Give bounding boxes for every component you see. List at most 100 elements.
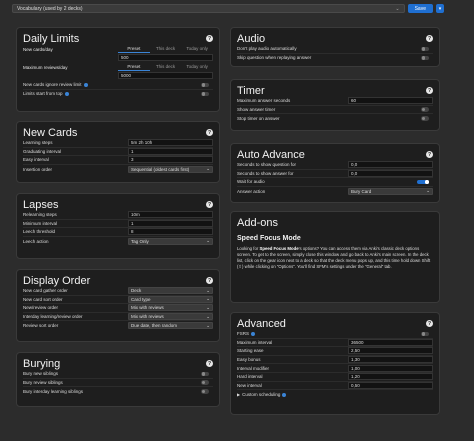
help-icon[interactable]: ? [426,320,433,327]
insertion-order-select[interactable]: Sequential (oldest cards first) ⌄ [128,165,213,173]
addon-text-bold: Speed Focus Mode [259,246,299,251]
bury-interday-toggle[interactable] [201,389,209,394]
wait-audio-toggle[interactable] [417,179,429,185]
max-interval-input[interactable]: 36500 [348,338,433,346]
graduating-interval-row: Graduating interval 1 [23,147,213,157]
help-icon[interactable]: ? [426,87,433,94]
interday-order-value: Mix with reviews [131,314,164,320]
daily-limits-card: Daily Limits ? New cards/day Preset This… [16,27,220,112]
ignore-review-limit-toggle[interactable] [201,82,209,88]
help-icon[interactable]: ? [426,35,433,42]
chevron-down-icon: ⌄ [206,304,210,310]
interday-order-row: Interday learning/review order Mix with … [23,313,213,322]
tab-preset[interactable]: Preset [118,46,150,53]
ignore-review-limit-label: New cards ignore review limit [23,82,82,88]
new-cards-card: New Cards ? Learning steps 5m 2h 10h Gra… [16,121,220,183]
ignore-review-limit-row: New cards ignore review limit [23,81,213,90]
show-timer-toggle[interactable] [421,107,429,112]
interday-order-select[interactable]: Mix with reviews ⌄ [128,313,213,321]
answer-action-value: Bury Card [351,188,372,194]
starting-ease-input[interactable]: 2,50 [348,347,433,355]
hard-interval-input[interactable]: 1,20 [348,373,433,381]
expand-triangle-icon[interactable]: ▶ [237,392,240,397]
leech-threshold-input[interactable]: 8 [128,228,213,236]
help-icon[interactable]: ? [206,360,213,367]
info-icon[interactable] [83,83,88,88]
minimum-interval-input[interactable]: 1 [128,219,213,227]
section-title: Burying [23,357,61,370]
help-icon[interactable]: ? [206,35,213,42]
bury-review-row: Bury review siblings [23,379,213,388]
leech-action-select[interactable]: Tag Only ⌄ [128,237,213,245]
graduating-interval-input[interactable]: 1 [128,147,213,155]
save-button[interactable]: Save [407,4,433,13]
save-options-dropdown[interactable]: ▾ [436,4,444,13]
no-autoplay-toggle[interactable] [421,46,429,52]
section-title: Daily Limits [23,32,80,45]
leech-threshold-row: Leech threshold 8 [23,228,213,237]
tab-this-deck[interactable]: This deck [150,46,182,53]
help-icon[interactable]: ? [426,151,433,158]
chevron-down-icon: ⌄ [426,188,430,194]
hard-interval-label: Hard interval [237,374,263,380]
topbar: Vocabulary (used by 2 decks) ⌄ Save ▾ [12,3,444,14]
custom-scheduling-label: Custom scheduling [242,391,281,397]
stop-timer-row: Stop timer on answer [237,114,433,123]
learning-steps-input[interactable]: 5m 2h 10h [128,139,213,147]
bury-interday-label: Bury interday learning siblings [23,388,84,394]
section-title: Advanced [237,317,286,330]
skip-question-toggle[interactable] [421,55,429,61]
info-icon[interactable] [64,92,69,97]
answer-action-select[interactable]: Bury Card ⌄ [348,187,433,195]
sort-order-select[interactable]: Card type ⌄ [128,295,213,303]
answer-seconds-row: Seconds to show answer for 0,0 [237,169,433,179]
new-cards-day-input[interactable]: 500 [118,53,213,61]
section-title: Auto Advance [237,148,305,161]
tab-today-only[interactable]: Today only [181,64,213,71]
section-title: Display Order [23,274,91,287]
new-interval-input[interactable]: 0,50 [348,381,433,389]
tab-this-deck[interactable]: This deck [150,64,182,71]
max-reviews-day-input[interactable]: 5000 [118,71,213,79]
question-seconds-row: Seconds to show question for 0,0 [237,161,433,170]
info-icon[interactable] [282,392,287,397]
fsrs-toggle[interactable] [421,331,429,337]
chevron-down-icon: ⌄ [206,166,210,172]
help-icon[interactable]: ? [206,129,213,136]
review-sort-order-select[interactable]: Due date, then random ⌄ [128,322,213,330]
interval-modifier-row: Interval modifier 1,00 [237,364,433,373]
bury-review-toggle[interactable] [201,380,209,385]
gather-order-select[interactable]: Deck ⌄ [128,287,213,295]
easy-bonus-input[interactable]: 1,30 [348,356,433,364]
learning-steps-row: Learning steps 5m 2h 10h [23,139,213,148]
bury-new-toggle[interactable] [201,371,209,377]
stop-timer-label: Stop timer on answer [237,115,280,121]
easy-bonus-label: Easy bonus [237,357,261,363]
relearning-steps-input[interactable]: 10m [128,211,213,219]
question-seconds-input[interactable]: 0,0 [348,161,433,169]
tab-preset[interactable]: Preset [118,64,150,71]
stop-timer-toggle[interactable] [421,116,429,121]
chevron-down-icon: ⌄ [206,238,210,244]
interval-modifier-input[interactable]: 1,00 [348,364,433,372]
max-reviews-day-label: Maximum reviews/day [23,64,68,70]
new-review-order-select[interactable]: Mix with reviews ⌄ [128,304,213,312]
help-icon[interactable]: ? [206,277,213,284]
minimum-interval-row: Minimum interval 1 [23,219,213,229]
lapses-card: Lapses ? Relearning steps 10m Minimum in… [16,193,220,259]
answer-action-row: Answer action Bury Card ⌄ [237,187,433,196]
graduating-interval-label: Graduating interval [23,148,62,154]
max-answer-input[interactable]: 60 [348,97,433,105]
starting-ease-row: Starting ease 2,50 [237,347,433,356]
chevron-down-icon: ⌄ [395,5,400,12]
hard-interval-row: Hard interval 1,20 [237,373,433,382]
display-order-card: Display Order ? New card gather order De… [16,269,220,342]
info-icon[interactable] [251,332,256,337]
custom-scheduling-row[interactable]: ▶ Custom scheduling [237,390,433,399]
easy-interval-input[interactable]: 3 [128,156,213,164]
tab-today-only[interactable]: Today only [181,46,213,53]
limits-start-top-toggle[interactable] [201,91,209,97]
help-icon[interactable]: ? [206,201,213,208]
preset-select[interactable]: Vocabulary (used by 2 decks) ⌄ [12,4,405,13]
answer-seconds-input[interactable]: 0,0 [348,169,433,177]
